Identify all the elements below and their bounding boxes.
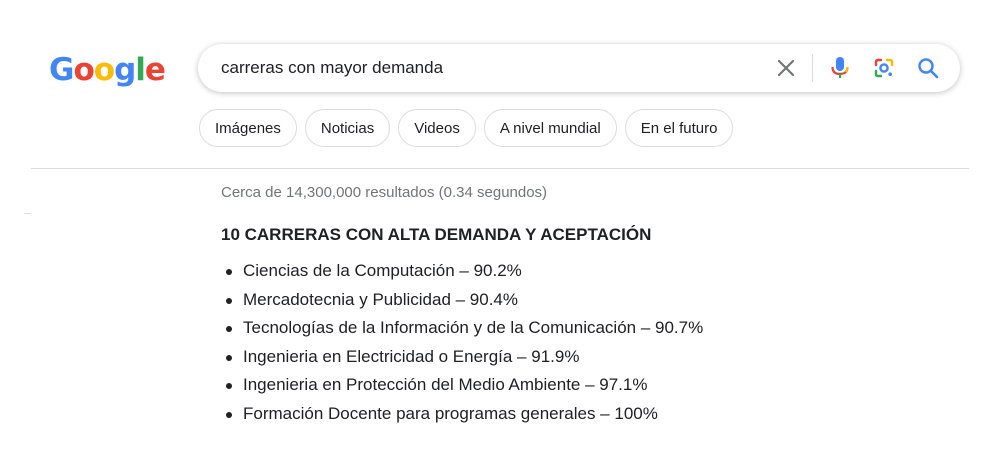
filter-chip-en-el-futuro[interactable]: En el futuro xyxy=(624,109,734,147)
list-item: Ingenieria en Protección del Medio Ambie… xyxy=(225,371,703,400)
filter-chip-noticias[interactable]: Noticias xyxy=(304,109,391,147)
filter-chip-videos[interactable]: Videos xyxy=(398,109,476,147)
header-divider xyxy=(31,168,969,169)
google-logo[interactable]: Google xyxy=(49,51,166,89)
decorative-tick xyxy=(24,213,31,214)
filter-chip-a-nivel-mundial[interactable]: A nivel mundial xyxy=(483,109,617,147)
logo-letter: o xyxy=(73,52,94,88)
list-item: Tecnologías de la Información y de la Co… xyxy=(225,314,703,343)
search-divider xyxy=(812,54,813,82)
lens-search-button[interactable] xyxy=(872,56,896,80)
search-box xyxy=(198,44,960,92)
logo-letter: l xyxy=(135,52,146,88)
list-item: Ingenieria en Electricidad o Energía – 9… xyxy=(225,343,703,372)
result-stats: Cerca de 14,300,000 resultados (0.34 seg… xyxy=(221,184,548,201)
featured-snippet-title: 10 CARRERAS CON ALTA DEMANDA Y ACEPTACIÓ… xyxy=(221,225,652,244)
logo-letter: o xyxy=(93,52,115,88)
logo-letter: e xyxy=(144,52,166,88)
clear-search-button[interactable] xyxy=(774,56,798,80)
voice-search-button[interactable] xyxy=(828,56,852,80)
search-submit-button[interactable] xyxy=(916,56,940,80)
search-filter-chips: Imágenes Noticias Videos A nivel mundial… xyxy=(199,109,734,147)
list-item: Ciencias de la Computación – 90.2% xyxy=(225,257,703,286)
featured-snippet-list: Ciencias de la Computación – 90.2% Merca… xyxy=(225,257,703,429)
search-input[interactable] xyxy=(221,44,741,92)
close-icon xyxy=(777,59,795,77)
list-item: Mercadotecnia y Publicidad – 90.4% xyxy=(225,286,703,315)
microphone-icon xyxy=(831,57,849,78)
google-lens-icon xyxy=(874,58,894,78)
list-item: Formación Docente para programas general… xyxy=(225,400,703,429)
search-icon xyxy=(918,58,939,79)
logo-letter: G xyxy=(49,52,74,88)
filter-chip-imagenes[interactable]: Imágenes xyxy=(199,109,297,147)
logo-letter: g xyxy=(114,52,136,88)
